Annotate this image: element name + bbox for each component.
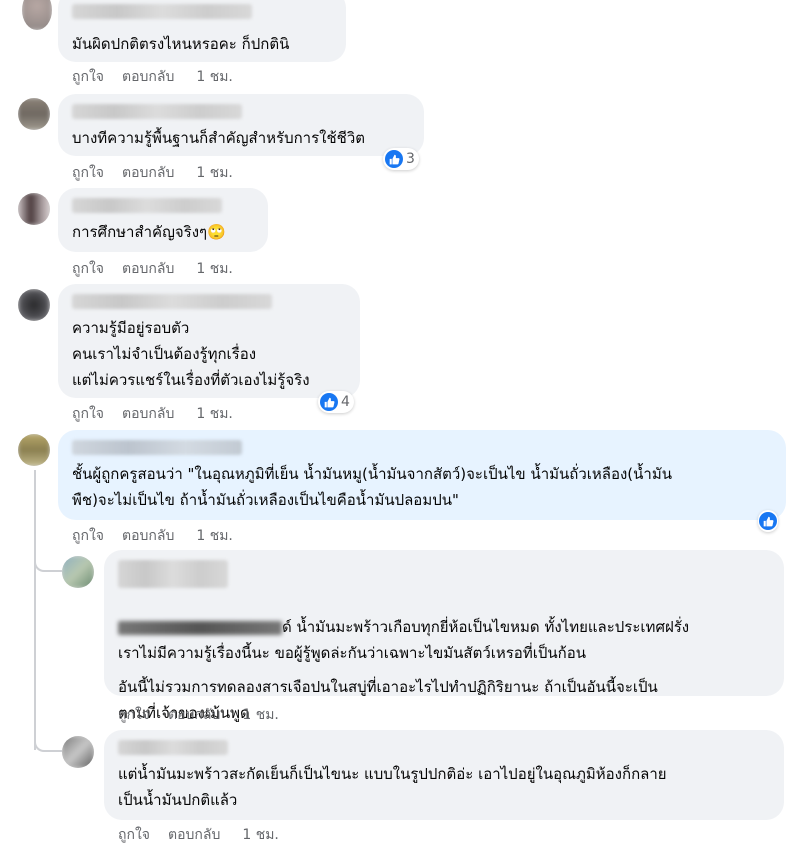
comment-time[interactable]: 1 ชม. — [196, 162, 233, 184]
avatar[interactable] — [62, 736, 94, 768]
thread-connector — [34, 728, 62, 752]
reaction-count: 4 — [341, 394, 350, 410]
comment-actions: ถูกใจ ตอบกลับ 1 ชม. — [72, 525, 251, 547]
comment-time[interactable]: 1 ชม. — [196, 525, 233, 547]
comment-actions: ถูกใจ ตอบกลับ 1 ชม. — [72, 258, 251, 280]
comment-time[interactable]: 1 ชม. — [242, 704, 279, 726]
like-button[interactable]: ถูกใจ — [72, 66, 104, 88]
author-name[interactable] — [118, 560, 228, 588]
reply-button[interactable]: ตอบกลับ — [122, 258, 174, 280]
author-name[interactable] — [118, 740, 228, 755]
author-name[interactable] — [72, 440, 242, 455]
reply-button[interactable]: ตอบกลับ — [122, 66, 174, 88]
comment-actions: ถูกใจ ตอบกลับ 1 ชม. — [72, 162, 251, 184]
comment-time[interactable]: 1 ชม. — [196, 258, 233, 280]
avatar[interactable] — [18, 289, 50, 321]
like-button[interactable]: ถูกใจ — [72, 258, 104, 280]
comment-bubble: ชั้นผู้ถูกครูสอนว่า "ในอุณหภูมิที่เย็น น… — [58, 430, 786, 520]
comment-text: บางทีความรู้พื้นฐานก็สำคัญสำหรับการใช้ชี… — [72, 129, 366, 147]
avatar[interactable] — [62, 556, 94, 588]
comment-text: ชั้นผู้ถูกครูสอนว่า "ในอุณหภูมิที่เย็น น… — [72, 465, 672, 509]
like-icon — [759, 512, 777, 530]
like-icon — [320, 393, 338, 411]
comment-bubble: ด์ น้ำมันมะพร้าวเกือบทุกยี่ห้อเป็นไขหมด … — [104, 550, 784, 722]
reaction-summary[interactable] — [758, 510, 778, 532]
comment-time[interactable]: 1 ชม. — [196, 403, 233, 425]
reply-button[interactable]: ตอบกลับ — [122, 403, 174, 425]
comment-time[interactable]: 1 ชม. — [196, 66, 233, 88]
like-icon — [385, 150, 403, 168]
comment-actions: ถูกใจ ตอบกลับ 1 ชม. — [72, 403, 251, 425]
avatar[interactable] — [18, 98, 50, 130]
comment-text: เราไม่มีความรู้เรื่องนี้นะ ขอผู้รู้พูดล่… — [118, 644, 586, 662]
comment-bubble: ความรู้มีอยู่รอบตัว คนเราไม่จำเป็นต้องรู… — [58, 284, 360, 398]
like-button[interactable]: ถูกใจ — [72, 162, 104, 184]
reply-button[interactable]: ตอบกลับ — [168, 704, 220, 726]
reaction-count: 3 — [406, 151, 415, 167]
like-button[interactable]: ถูกใจ — [118, 704, 150, 726]
reaction-summary[interactable]: 4 — [318, 391, 354, 413]
thread-line — [34, 470, 36, 750]
like-button[interactable]: ถูกใจ — [72, 403, 104, 425]
author-name[interactable] — [72, 198, 222, 213]
author-name[interactable] — [72, 104, 242, 119]
comment-text: ความรู้มีอยู่รอบตัว คนเราไม่จำเป็นต้องรู… — [72, 319, 310, 389]
rolling-eyes-emoji: 🙄 — [207, 223, 226, 241]
avatar[interactable] — [18, 434, 50, 466]
redacted-mention — [118, 620, 282, 635]
reaction-summary[interactable]: 3 — [383, 148, 419, 170]
thread-connector — [34, 548, 62, 572]
avatar[interactable] — [18, 193, 50, 225]
comment-actions: ถูกใจ ตอบกลับ 1 ชม. — [72, 66, 251, 88]
comment-bubble: บางทีความรู้พื้นฐานก็สำคัญสำหรับการใช้ชี… — [58, 94, 424, 156]
avatar[interactable] — [22, 0, 52, 30]
reply-button[interactable]: ตอบกลับ — [122, 525, 174, 547]
reply-button[interactable]: ตอบกลับ — [122, 162, 174, 184]
comment-text: แต่น้ำมันมะพร้าวสะกัดเย็นก็เป็นไขนะ แบบใ… — [118, 765, 667, 809]
comment-text: การศึกษาสำคัญจริงๆ🙄 — [72, 223, 226, 241]
comment-bubble: มันผิดปกติตรงไหนหรอคะ ก็ปกตินิ — [58, 0, 346, 62]
author-name[interactable] — [72, 4, 252, 19]
comment-text: ด์ น้ำมันมะพร้าวเกือบทุกยี่ห้อเป็นไขหมด … — [118, 588, 770, 640]
comment-bubble: การศึกษาสำคัญจริงๆ🙄 — [58, 188, 268, 252]
comment-text: มันผิดปกติตรงไหนหรอคะ ก็ปกตินิ — [72, 35, 290, 53]
comment-bubble: แต่น้ำมันมะพร้าวสะกัดเย็นก็เป็นไขนะ แบบใ… — [104, 730, 784, 820]
author-name[interactable] — [72, 294, 272, 309]
comment-actions: ถูกใจ ตอบกลับ 1 ชม. — [118, 704, 297, 726]
like-button[interactable]: ถูกใจ — [72, 525, 104, 547]
